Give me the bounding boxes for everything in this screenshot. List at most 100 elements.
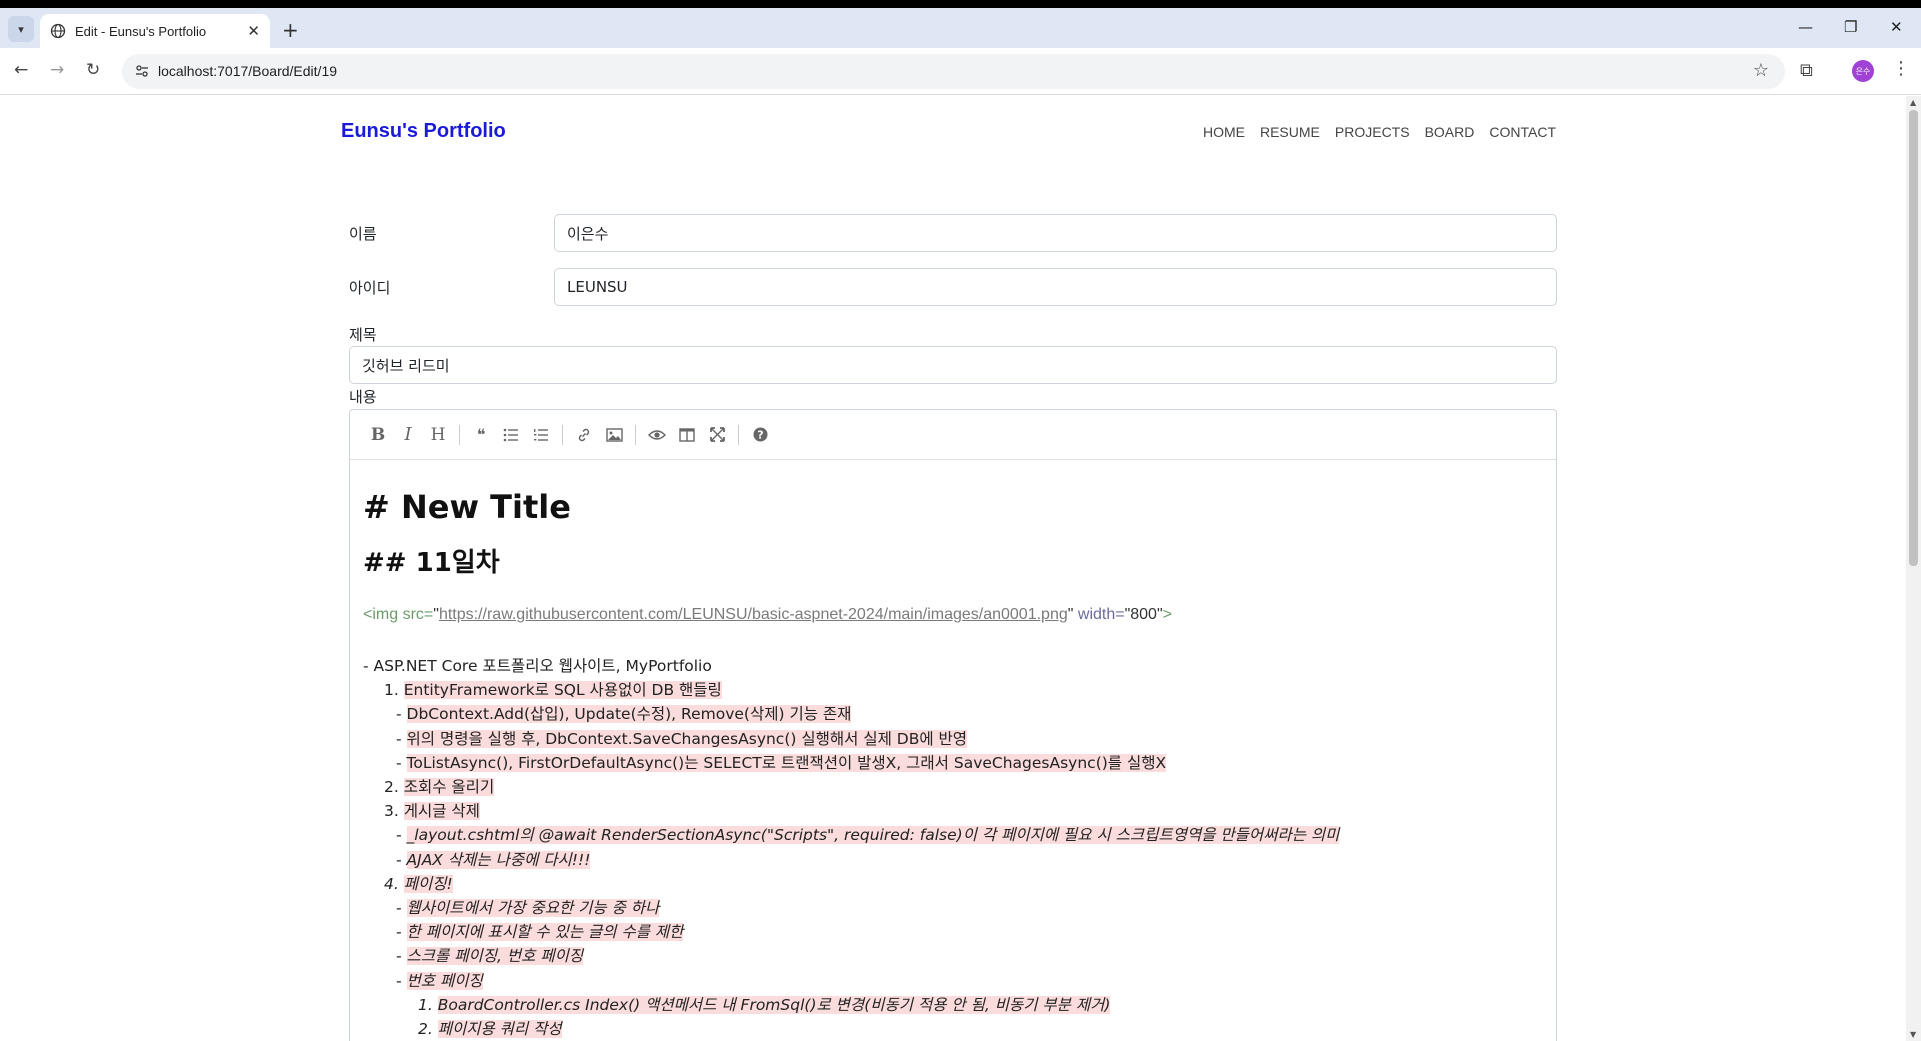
url-text: localhost:7017/Board/Edit/19 [158, 63, 338, 79]
md-list-item: - ASP.NET Core 포트폴리오 웹사이트, MyPortfolio [363, 654, 712, 676]
md-list-item: 3. 게시글 삭제 [384, 799, 480, 821]
md-list-text: 게시글 삭제 [403, 802, 480, 821]
tab-title: Edit - Eunsu's Portfolio [75, 23, 207, 39]
bold-icon[interactable]: B [363, 420, 393, 450]
page-viewport: Eunsu's Portfolio HOME RESUME PROJECTS B… [0, 96, 1906, 1041]
nav-home[interactable]: HOME [1203, 124, 1245, 140]
md-list-text: 조회수 올리기 [403, 778, 495, 796]
heading-icon[interactable]: H [423, 420, 453, 450]
title-value: 깃허브 리드미 [362, 356, 450, 375]
md-list-marker: - [396, 753, 407, 772]
title-field[interactable]: 깃허브 리드미 [349, 346, 1557, 384]
unordered-list-icon[interactable] [496, 420, 526, 450]
name-field[interactable]: 이은수 [554, 214, 1557, 252]
tab-list-icon[interactable]: ▾ [8, 16, 34, 42]
title-label: 제목 [349, 326, 377, 344]
toolbar-divider [635, 424, 636, 445]
ordered-list-icon[interactable] [526, 420, 556, 450]
md-list-text: ASP.NET Core 포트폴리오 웹사이트, MyPortfolio [373, 657, 712, 675]
help-icon[interactable]: ? [745, 420, 775, 450]
scroll-up-icon[interactable]: ▲ [1910, 98, 1916, 107]
address-bar[interactable]: localhost:7017/Board/Edit/19 ☆ [122, 54, 1785, 89]
md-list-item: - 번호 페이징 [396, 969, 483, 991]
md-list-text: 스크롤 페이징, 번호 페이징 [406, 947, 584, 966]
img-src-url[interactable]: https://raw.githubusercontent.com/LEUNSU… [439, 606, 1068, 623]
id-label: 아이디 [349, 279, 391, 297]
md-list-item: - ToListAsync(), FirstOrDefaultAsync()는 … [396, 751, 1167, 773]
browser-toolbar: ← → ↻ localhost:7017/Board/Edit/19 ☆ ⧉ 은… [0, 48, 1921, 95]
markdown-editor[interactable]: B I H ❝ ? # New Title ## 11일차 <img src="… [349, 409, 1557, 1041]
md-list-item: 2. 조회수 올리기 [384, 775, 495, 797]
id-value: LEUNSU [567, 278, 628, 296]
reload-icon[interactable]: ↻ [86, 60, 100, 80]
nav-resume[interactable]: RESUME [1260, 124, 1320, 140]
back-icon[interactable]: ← [14, 60, 28, 80]
md-list-marker: 4. [384, 874, 404, 893]
restore-icon[interactable]: ❐ [1844, 18, 1857, 36]
site-info-icon[interactable] [134, 63, 150, 79]
link-icon[interactable] [569, 420, 599, 450]
toolbar-divider [562, 424, 563, 445]
md-list-item: - 웹사이트에서 가장 중요한 기능 중 하나 [396, 896, 660, 918]
md-heading-2: ## 11일차 [363, 548, 500, 578]
md-list-item: 2. 페이지용 쿼리 작성 [418, 1017, 562, 1039]
md-list-text: 웹사이트에서 가장 중요한 기능 중 하나 [406, 899, 660, 917]
md-list-marker: 2. [418, 1020, 438, 1038]
img-tag-close: > [1162, 606, 1172, 623]
md-list-marker: - [396, 899, 407, 917]
site-brand[interactable]: Eunsu's Portfolio [341, 120, 506, 143]
md-list-marker: - [363, 657, 374, 675]
md-list-marker: - [396, 705, 407, 724]
extensions-icon[interactable]: ⧉ [1800, 60, 1813, 81]
md-list-marker: - [396, 971, 407, 990]
md-list-item: - 스크롤 페이징, 번호 페이징 [396, 944, 584, 966]
site-nav: HOME RESUME PROJECTS BOARD CONTACT [1203, 124, 1556, 140]
tab-bar: ▾ Edit - Eunsu's Portfolio ✕ + — ❐ ✕ [0, 8, 1921, 48]
img-tag-open: <img [363, 606, 403, 623]
avatar[interactable]: 은수 [1852, 60, 1874, 82]
side-by-side-icon[interactable] [672, 420, 702, 450]
menu-icon[interactable]: ⋮ [1892, 58, 1910, 79]
nav-board[interactable]: BOARD [1425, 124, 1475, 140]
md-list-marker: - [396, 923, 407, 942]
close-icon[interactable]: ✕ [247, 22, 260, 40]
md-list-item: - 위의 명령을 실행 후, DbContext.SaveChangesAsyn… [396, 727, 968, 749]
md-list-text: DbContext.Add(삽입), Update(수정), Remove(삭제… [406, 705, 852, 724]
image-icon[interactable] [599, 420, 629, 450]
toolbar-divider [459, 424, 460, 445]
plus-icon[interactable]: + [282, 18, 299, 42]
md-list-text: _layout.cshtml의 @await RenderSectionAsyn… [406, 826, 1340, 845]
md-list-marker: 1. [384, 681, 404, 700]
globe-icon [50, 23, 66, 39]
md-list-text: AJAX 삭제는 나중에 다시!!! [406, 850, 591, 869]
minimize-icon[interactable]: — [1798, 18, 1813, 36]
md-list-item: 4. 페이징! [384, 872, 453, 894]
browser-tab[interactable]: Edit - Eunsu's Portfolio ✕ [40, 14, 270, 48]
nav-contact[interactable]: CONTACT [1489, 124, 1556, 140]
italic-icon[interactable]: I [393, 420, 423, 450]
star-icon[interactable]: ☆ [1753, 60, 1769, 81]
nav-projects[interactable]: PROJECTS [1335, 124, 1410, 140]
scroll-down-icon[interactable]: ▼ [1910, 1030, 1916, 1039]
md-list-item: - _layout.cshtml의 @await RenderSectionAs… [396, 823, 1340, 845]
md-list-item: - DbContext.Add(삽입), Update(수정), Remove(… [396, 702, 852, 724]
img-src-attr: src= [402, 606, 434, 623]
toolbar-divider [738, 424, 739, 445]
md-list-text: 번호 페이징 [406, 971, 483, 990]
md-img-tag-line: <img src="https://raw.githubusercontent.… [363, 606, 1172, 624]
vertical-scrollbar[interactable]: ▲ ▼ [1906, 96, 1921, 1041]
md-list-marker: - [396, 850, 407, 869]
name-value: 이은수 [567, 224, 609, 243]
fullscreen-icon[interactable] [702, 420, 732, 450]
img-width-value: "800" [1124, 606, 1163, 623]
md-list-item: - AJAX 삭제는 나중에 다시!!! [396, 848, 591, 870]
id-field[interactable]: LEUNSU [554, 268, 1557, 306]
quote-icon[interactable]: ❝ [466, 420, 496, 450]
md-list-text: 페이지용 쿼리 작성 [437, 1020, 562, 1038]
preview-icon[interactable] [642, 420, 672, 450]
scrollbar-thumb[interactable] [1909, 110, 1918, 566]
md-list-marker: 3. [384, 802, 404, 821]
window-close-icon[interactable]: ✕ [1890, 18, 1903, 36]
md-heading-1: # New Title [363, 488, 571, 526]
forward-icon[interactable]: → [50, 60, 64, 80]
